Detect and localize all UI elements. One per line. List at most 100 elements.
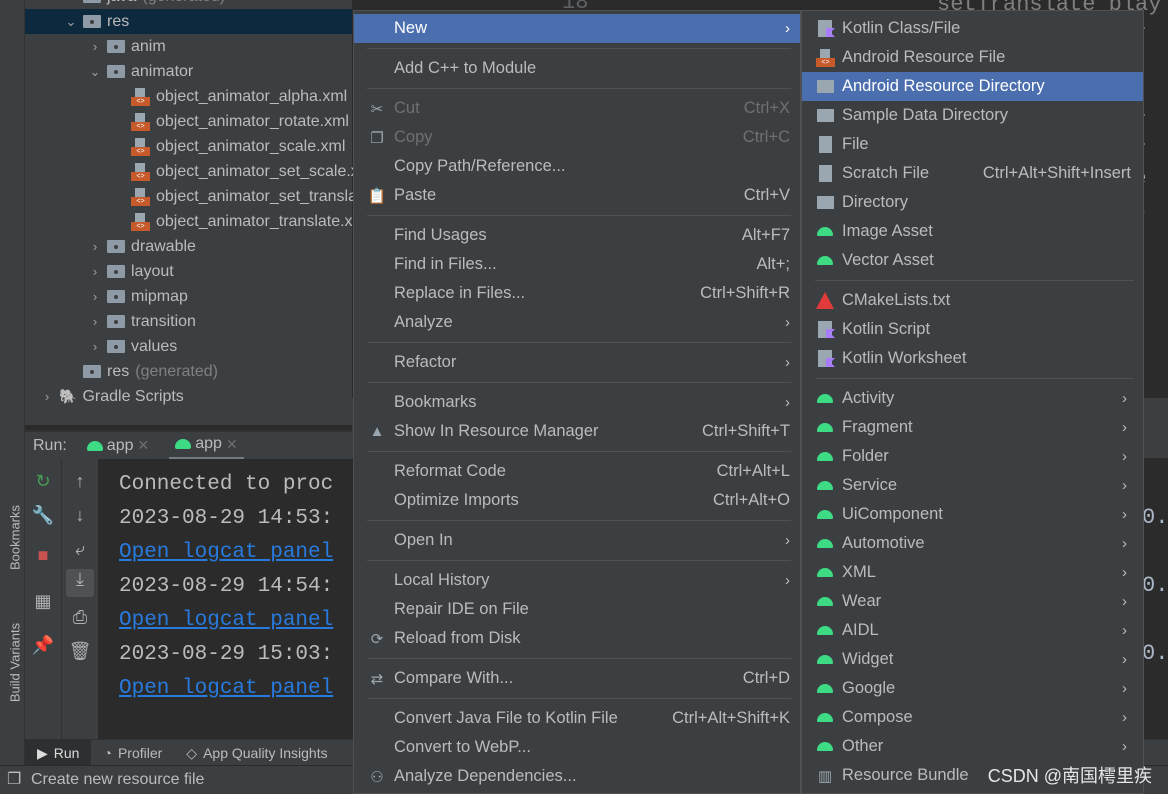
rerun-icon[interactable]: ↻ bbox=[25, 471, 61, 492]
menu-item-open-in[interactable]: Open In › bbox=[354, 526, 800, 555]
tree-item-mipmap[interactable]: › mipmap bbox=[25, 284, 188, 309]
tree-item-res[interactable]: res (generated) bbox=[25, 359, 218, 384]
menu-item-copy-path-reference[interactable]: Copy Path/Reference... bbox=[354, 152, 800, 181]
menu-item-refactor[interactable]: Refactor › bbox=[354, 348, 800, 377]
menu-item-shortcut: Ctrl+Alt+Shift+Insert bbox=[982, 164, 1131, 182]
menu-item-android-resource-file[interactable]: Android Resource File bbox=[802, 43, 1143, 72]
run-tab-app-2[interactable]: app ✕ bbox=[169, 431, 244, 460]
menu-item-file[interactable]: File bbox=[802, 130, 1143, 159]
tree-item-object-animator-alpha-xml[interactable]: object_animator_alpha.xml bbox=[25, 84, 347, 109]
chevron-right-icon[interactable]: › bbox=[89, 309, 101, 334]
menu-item-find-in-files[interactable]: Find in Files... Alt+; bbox=[354, 250, 800, 279]
menu-item-repair-ide-on-file[interactable]: Repair IDE on File bbox=[354, 595, 800, 624]
tree-item-object-animator-set-translate-xml[interactable]: object_animator_set_translate.xml bbox=[25, 184, 400, 209]
print-icon[interactable]: ⎙ bbox=[62, 607, 98, 628]
chevron-right-icon[interactable]: › bbox=[89, 334, 101, 359]
menu-item-service[interactable]: Service › bbox=[802, 471, 1143, 500]
menu-item-kotlin-class-file[interactable]: Kotlin Class/File bbox=[802, 14, 1143, 43]
menu-item-optimize-imports[interactable]: Optimize Imports Ctrl+Alt+O bbox=[354, 486, 800, 515]
tree-item-animator[interactable]: ⌄ animator bbox=[25, 59, 194, 84]
tree-item-object-animator-set-scale-xml[interactable]: object_animator_set_scale.xml bbox=[25, 159, 376, 184]
menu-item-widget[interactable]: Widget › bbox=[802, 645, 1143, 674]
menu-item-analyze[interactable]: Analyze › bbox=[354, 308, 800, 337]
tree-item-object-animator-rotate-xml[interactable]: object_animator_rotate.xml bbox=[25, 109, 349, 134]
tree-item-object-animator-translate-xml[interactable]: object_animator_translate.xml bbox=[25, 209, 369, 234]
menu-item-convert-to-webp[interactable]: Convert to WebP... bbox=[354, 733, 800, 762]
run-console[interactable]: Connected to proc 2023-08-29 14:53: Open l… bbox=[98, 459, 352, 739]
build-variants-side-tab[interactable]: Build Variants bbox=[8, 618, 23, 708]
menu-item-folder[interactable]: Folder › bbox=[802, 442, 1143, 471]
menu-item-show-in-resource-manager[interactable]: ▲ Show In Resource Manager Ctrl+Shift+T bbox=[354, 417, 800, 446]
menu-item-convert-java-file-to-kotlin-file[interactable]: Convert Java File to Kotlin File Ctrl+Alt… bbox=[354, 704, 800, 733]
menu-item-automotive[interactable]: Automotive › bbox=[802, 529, 1143, 558]
stop-icon[interactable]: ■ bbox=[25, 545, 61, 566]
logcat-link[interactable]: Open logcat panel bbox=[119, 609, 333, 632]
tree-item-object-animator-scale-xml[interactable]: object_animator_scale.xml bbox=[25, 134, 345, 159]
soft-wrap-icon[interactable]: ⤶ bbox=[62, 539, 98, 560]
layout-icon[interactable]: ▦ bbox=[25, 591, 61, 612]
menu-item-aidl[interactable]: AIDL › bbox=[802, 616, 1143, 645]
menu-item-local-history[interactable]: Local History › bbox=[354, 566, 800, 595]
menu-item-reformat-code[interactable]: Reformat Code Ctrl+Alt+L bbox=[354, 457, 800, 486]
bottom-tab-profiler[interactable]: ◔ Profiler bbox=[91, 740, 174, 765]
menu-item-google[interactable]: Google › bbox=[802, 674, 1143, 703]
arrow-up-icon[interactable]: ↑ bbox=[62, 471, 98, 492]
logcat-link[interactable]: Open logcat panel bbox=[119, 677, 333, 700]
menu-item-bookmarks[interactable]: Bookmarks › bbox=[354, 388, 800, 417]
close-icon[interactable]: ✕ bbox=[138, 437, 150, 454]
menu-item-compare-with[interactable]: ⇄ Compare With... Ctrl+D bbox=[354, 664, 800, 693]
menu-item-android-resource-directory[interactable]: Android Resource Directory bbox=[802, 72, 1143, 101]
pin-icon[interactable]: 📌 bbox=[25, 635, 61, 656]
arrow-down-icon[interactable]: ↓ bbox=[62, 505, 98, 526]
tree-item-transition[interactable]: › transition bbox=[25, 309, 196, 334]
menu-item-fragment[interactable]: Fragment › bbox=[802, 413, 1143, 442]
logcat-link[interactable]: Open logcat panel bbox=[119, 541, 333, 564]
menu-item-reload-from-disk[interactable]: ⟳ Reload from Disk bbox=[354, 624, 800, 653]
tree-item-java[interactable]: java (generated) bbox=[25, 0, 225, 9]
menu-item-analyze-dependencies[interactable]: ⚇ Analyze Dependencies... bbox=[354, 762, 800, 791]
menu-item-new[interactable]: New › bbox=[354, 14, 800, 43]
chevron-right-icon[interactable]: › bbox=[89, 284, 101, 309]
wrench-icon[interactable]: 🔧 bbox=[25, 505, 61, 526]
menu-item-uicomponent[interactable]: UiComponent › bbox=[802, 500, 1143, 529]
menu-item-image-asset[interactable]: Image Asset bbox=[802, 217, 1143, 246]
bottom-tab-run[interactable]: ▶ Run bbox=[25, 740, 92, 765]
menu-item-cmakelists-txt[interactable]: CMakeLists.txt bbox=[802, 286, 1143, 315]
chevron-down-icon[interactable]: ⌄ bbox=[65, 9, 77, 34]
scroll-to-end-icon[interactable]: ⤓ bbox=[66, 569, 94, 597]
menu-item-directory[interactable]: Directory bbox=[802, 188, 1143, 217]
menu-item-replace-in-files[interactable]: Replace in Files... Ctrl+Shift+R bbox=[354, 279, 800, 308]
menu-item-scratch-file[interactable]: Scratch File Ctrl+Alt+Shift+Insert bbox=[802, 159, 1143, 188]
tree-item-gradle-scripts[interactable]: › 🐘 Gradle Scripts bbox=[25, 384, 184, 409]
menu-item-find-usages[interactable]: Find Usages Alt+F7 bbox=[354, 221, 800, 250]
tree-item-layout[interactable]: › layout bbox=[25, 259, 174, 284]
menu-item-wear[interactable]: Wear › bbox=[802, 587, 1143, 616]
menu-item-xml[interactable]: XML › bbox=[802, 558, 1143, 587]
trash-icon[interactable]: 🗑 bbox=[62, 641, 98, 662]
chevron-down-icon[interactable]: ⌄ bbox=[89, 59, 101, 84]
chevron-right-icon[interactable]: › bbox=[89, 34, 101, 59]
tree-item-res[interactable]: ⌄ res bbox=[25, 9, 352, 34]
chevron-right-icon[interactable]: › bbox=[89, 259, 101, 284]
chevron-right-icon[interactable]: › bbox=[89, 234, 101, 259]
menu-item-vector-asset[interactable]: Vector Asset bbox=[802, 246, 1143, 275]
menu-item-kotlin-worksheet[interactable]: Kotlin Worksheet bbox=[802, 344, 1143, 373]
menu-separator bbox=[354, 83, 800, 94]
chevron-right-icon[interactable]: › bbox=[41, 384, 53, 409]
menu-item-add-c-to-module[interactable]: Add C++ to Module bbox=[354, 54, 800, 83]
menu-item-other[interactable]: Other › bbox=[802, 732, 1143, 761]
close-icon[interactable]: ✕ bbox=[226, 436, 238, 453]
menu-item-sample-data-directory[interactable]: Sample Data Directory bbox=[802, 101, 1143, 130]
status-window-icon[interactable]: ❐ bbox=[7, 766, 21, 793]
tree-item-anim[interactable]: › anim bbox=[25, 34, 166, 59]
tree-item-drawable[interactable]: › drawable bbox=[25, 234, 196, 259]
run-tab-app-1[interactable]: app ✕ bbox=[81, 431, 155, 460]
tree-item-values[interactable]: › values bbox=[25, 334, 177, 359]
menu-item-paste[interactable]: 📋 Paste Ctrl+V bbox=[354, 181, 800, 210]
menu-item-kotlin-script[interactable]: Kotlin Script bbox=[802, 315, 1143, 344]
menu-item-compose[interactable]: Compose › bbox=[802, 703, 1143, 732]
menu-item-label: Replace in Files... bbox=[394, 284, 526, 302]
menu-item-activity[interactable]: Activity › bbox=[802, 384, 1143, 413]
bottom-tab-app-quality-insights[interactable]: ◇ App Quality Insights bbox=[174, 740, 339, 765]
bookmarks-side-tab[interactable]: Bookmarks bbox=[8, 493, 23, 583]
